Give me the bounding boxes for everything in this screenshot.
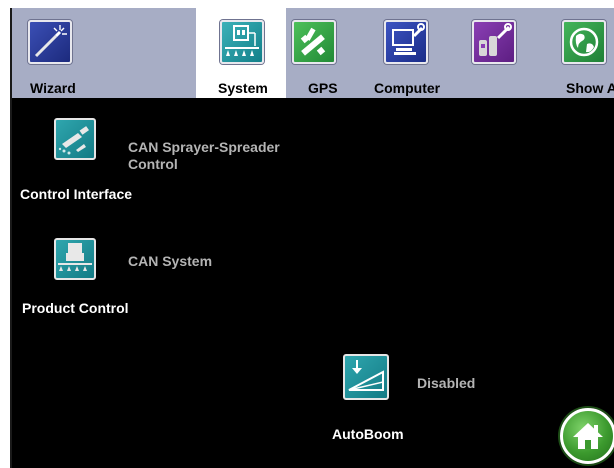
tab-tools[interactable] <box>466 8 546 98</box>
home-button[interactable] <box>560 408 614 464</box>
tab-system-label: System <box>218 80 268 96</box>
control-interface-status: CAN Sprayer-Spreader Control <box>128 139 280 172</box>
tab-wizard-label: Wizard <box>30 80 76 96</box>
product-control-status: CAN System <box>128 253 213 269</box>
tab-gps-label: GPS <box>308 80 338 96</box>
sprayer-system-icon <box>220 20 264 64</box>
tab-system[interactable]: System <box>196 8 286 98</box>
globe-icon <box>562 20 606 64</box>
control-interface-label: Control Interface <box>20 186 133 202</box>
product-control-label: Product Control <box>22 300 129 316</box>
sprayer-nozzle-icon <box>58 126 89 155</box>
display-frame: Wizard System GPS Computer Show A CAN Sp… <box>10 8 614 468</box>
tab-computer[interactable]: Computer <box>366 8 466 98</box>
product-control-icon <box>58 243 92 271</box>
tab-bar: Wizard System GPS Computer Show A <box>12 8 614 98</box>
autoboom-label: AutoBoom <box>332 426 404 442</box>
computer-icon <box>384 20 428 64</box>
screen: Wizard System GPS Computer Show A CAN Sp… <box>0 0 614 468</box>
tab-computer-label: Computer <box>374 80 441 96</box>
tab-wizard[interactable]: Wizard <box>12 8 112 98</box>
tab-show-all[interactable]: Show All <box>546 8 614 98</box>
autoboom-icon <box>348 360 384 391</box>
control-interface-button[interactable] <box>54 118 96 160</box>
autoboom-button[interactable] <box>343 354 389 400</box>
tab-show-all-label: Show All <box>566 80 614 96</box>
wand-icon <box>28 20 72 64</box>
product-control-button[interactable] <box>54 238 96 280</box>
gps-tools-icon <box>292 20 336 64</box>
tools-icon <box>472 20 516 64</box>
home-icon <box>573 423 603 449</box>
tab-gps[interactable]: GPS <box>286 8 366 98</box>
autoboom-status: Disabled <box>417 375 476 391</box>
